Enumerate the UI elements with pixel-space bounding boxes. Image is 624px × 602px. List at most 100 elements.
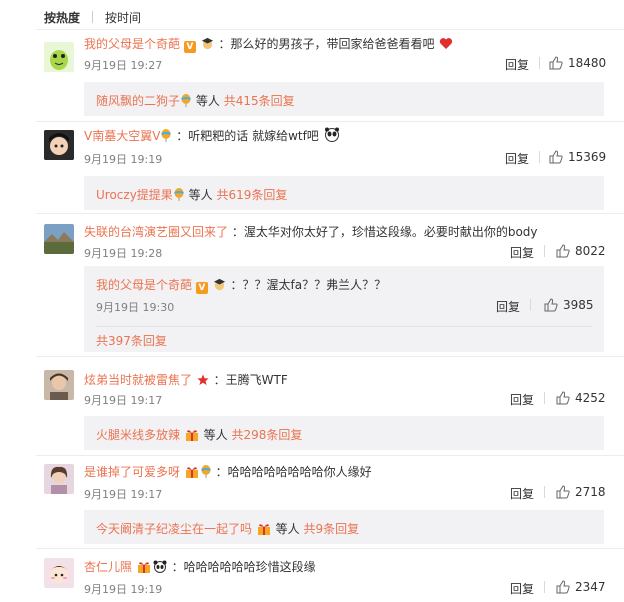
comment-item: 我的父母是个奇葩 V ：那么好的男孩子，带回家给爸爸看看吧 9月19日 19:2… xyxy=(0,32,624,120)
reply-count[interactable]: 共619条回复 xyxy=(216,188,287,202)
reply-username[interactable]: 火腿米线多放辣 xyxy=(96,428,180,442)
thumbs-up-icon xyxy=(556,244,570,258)
reply-count[interactable]: 共415条回复 xyxy=(224,94,295,108)
comment-text: ：渥太华对你太好了，珍惜这段缘。必要时献出你的body xyxy=(231,225,538,239)
heart-icon xyxy=(439,37,453,53)
reply-button[interactable]: 回复 xyxy=(505,56,529,73)
avatar[interactable] xyxy=(44,224,74,254)
gift-icon xyxy=(137,560,151,576)
reply-time: 9月19日 19:30 xyxy=(96,301,175,314)
anime-avatar-icon xyxy=(44,130,74,160)
like-button[interactable]: 4252 xyxy=(556,391,606,405)
balloon-icon xyxy=(173,188,184,204)
reply-count[interactable]: 共397条回复 xyxy=(96,334,167,348)
red-star-icon xyxy=(197,374,209,389)
nested-reply: 我的父母是个奇葩 V ：？？渥太fa？？弗兰人？？ 9月19日 19:30 回复… xyxy=(84,266,604,352)
username[interactable]: 杏仁儿隰 xyxy=(84,560,132,574)
comment-item: 炫弟当时就被雷焦了 ：王腾飞WTF 9月19日 19:17 回复 4252 火腿… xyxy=(0,364,624,452)
reply-button[interactable]: 回复 xyxy=(510,485,534,502)
sort-by-time[interactable]: 按时间 xyxy=(105,9,141,26)
reply-button[interactable]: 回复 xyxy=(510,391,534,408)
nested-divider xyxy=(96,326,592,327)
reply-button[interactable]: 回复 xyxy=(496,298,520,315)
reply-suffix: 等人 xyxy=(275,522,300,536)
balloon-icon xyxy=(181,94,191,110)
comment-time: 9月19日 19:17 xyxy=(84,394,163,407)
reply-button[interactable]: 回复 xyxy=(510,580,534,597)
grad-cap-icon xyxy=(213,278,226,294)
reply-summary[interactable]: 火腿米线多放辣 等人 共298条回复 xyxy=(84,416,604,450)
reply-button[interactable]: 回复 xyxy=(510,244,534,261)
grad-cap-icon xyxy=(201,37,214,53)
avatar[interactable] xyxy=(44,130,74,160)
like-count: 2347 xyxy=(575,580,606,594)
comment-text: ：哈哈哈哈哈哈哈哈你人缘好 xyxy=(215,465,372,479)
username[interactable]: V南墓大空翼V xyxy=(84,129,160,143)
reply-count[interactable]: 共9条回复 xyxy=(304,522,360,536)
reply-text: ：？？渥太fa？？弗兰人？？ xyxy=(230,278,387,292)
reply-username[interactable]: 今天阚清子纪凌尘在一起了吗 xyxy=(96,522,252,536)
like-button[interactable]: 8022 xyxy=(556,244,606,258)
gift-icon xyxy=(185,428,199,444)
thumbs-up-icon xyxy=(549,150,563,164)
comment-item: 失联的台湾演艺圈又回来了 ：渥太华对你太好了，珍惜这段缘。必要时献出你的body… xyxy=(0,220,624,355)
gift-icon xyxy=(185,465,199,481)
like-count: 4252 xyxy=(575,391,606,405)
balloon-icon xyxy=(161,129,172,145)
reply-summary[interactable]: 今天阚清子纪凌尘在一起了吗 等人 共9条回复 xyxy=(84,510,604,544)
avatar[interactable] xyxy=(44,370,74,400)
reply-username[interactable]: Uroczy提提果 xyxy=(96,188,173,202)
username[interactable]: 炫弟当时就被雷焦了 xyxy=(84,373,192,387)
like-button[interactable]: 18480 xyxy=(549,56,606,70)
like-button[interactable]: 2347 xyxy=(556,580,606,594)
action-divider xyxy=(544,245,545,257)
comment-divider xyxy=(36,455,624,456)
reply-username[interactable]: 我的父母是个奇葩 xyxy=(96,278,192,292)
like-button[interactable]: 2718 xyxy=(556,485,606,499)
comment-time: 9月19日 19:27 xyxy=(84,59,163,72)
action-divider xyxy=(539,151,540,163)
reply-username[interactable]: 随风飘的二狗子 xyxy=(96,94,180,108)
thumbs-up-icon xyxy=(556,580,570,594)
panda-face-icon xyxy=(324,127,340,145)
comment-divider xyxy=(36,213,624,214)
comment-time: 9月19日 19:19 xyxy=(84,153,163,166)
username[interactable]: 是谁掉了可爱多呀 xyxy=(84,465,180,479)
like-count: 8022 xyxy=(575,244,606,258)
avatar[interactable] xyxy=(44,42,74,72)
reply-summary[interactable]: 随风飘的二狗子 等人 共415条回复 xyxy=(84,82,604,116)
comment-text: ：听粑粑的话 就嫁给wtf吧 xyxy=(176,129,319,143)
comment-time: 9月19日 19:17 xyxy=(84,488,163,501)
username[interactable]: 失联的台湾演艺圈又回来了 xyxy=(84,225,228,239)
avatar[interactable] xyxy=(44,558,74,588)
comment-time: 9月19日 19:28 xyxy=(84,247,163,260)
comment-divider xyxy=(36,548,624,549)
reply-button[interactable]: 回复 xyxy=(505,150,529,167)
sort-bar: 按热度 按时间 xyxy=(44,8,141,26)
action-divider xyxy=(544,581,545,593)
like-count: 2718 xyxy=(575,485,606,499)
comment-item: V南墓大空翼V ：听粑粑的话 就嫁给wtf吧 9月19日 19:19 回复 15… xyxy=(0,124,624,212)
action-divider xyxy=(544,392,545,404)
person-avatar-icon xyxy=(44,370,74,400)
reply-summary[interactable]: Uroczy提提果 等人 共619条回复 xyxy=(84,176,604,210)
panda-icon xyxy=(153,560,167,576)
comment-divider xyxy=(36,121,624,122)
sort-by-hot[interactable]: 按热度 xyxy=(44,9,80,26)
comment-item: 是谁掉了可爱多呀 ：哈哈哈哈哈哈哈哈你人缘好 9月19日 19:17 回复 27… xyxy=(0,458,624,546)
gift-icon xyxy=(257,522,271,538)
person-avatar-icon xyxy=(44,464,74,494)
like-count: 3985 xyxy=(563,298,594,312)
reply-count[interactable]: 共298条回复 xyxy=(232,428,303,442)
thumbs-up-icon xyxy=(549,56,563,70)
action-divider xyxy=(544,486,545,498)
comment-text: ：那么好的男孩子，带回家给爸爸看看吧 xyxy=(218,37,435,51)
avatar[interactable] xyxy=(44,464,74,494)
reply-suffix: 等人 xyxy=(203,428,228,442)
username[interactable]: 我的父母是个奇葩 xyxy=(84,37,180,51)
like-button[interactable]: 15369 xyxy=(549,150,606,164)
sort-divider-line xyxy=(36,29,624,30)
like-button[interactable]: 3985 xyxy=(544,298,594,312)
thumbs-up-icon xyxy=(556,485,570,499)
frog-avatar-icon xyxy=(44,42,74,72)
